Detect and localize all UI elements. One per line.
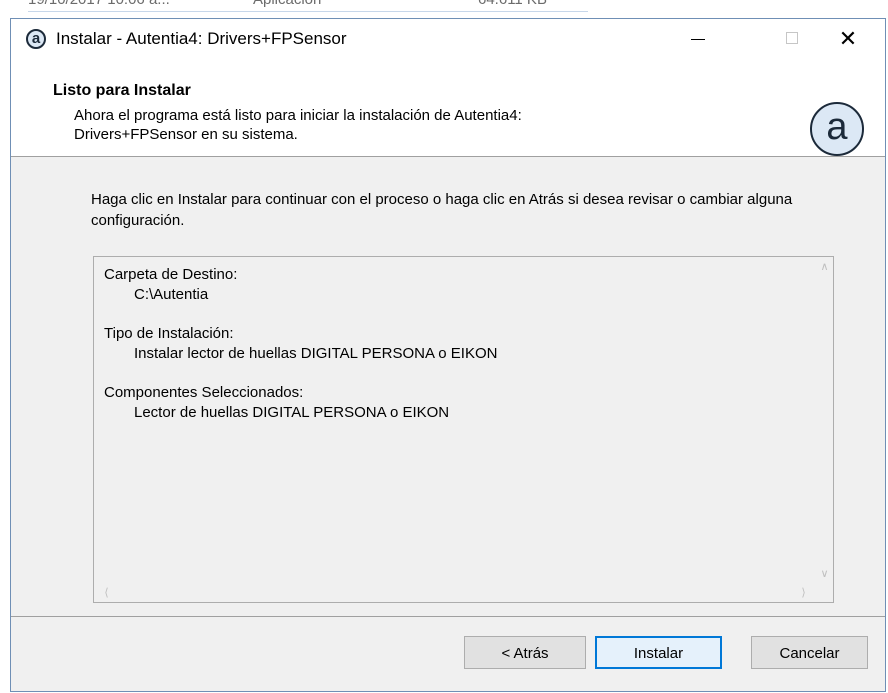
scroll-corner (816, 585, 833, 602)
background-file-date: 19/10/2017 10:06 a... (28, 0, 170, 8)
minimize-icon (691, 39, 705, 40)
maximize-button[interactable] (769, 19, 815, 59)
footer-divider (11, 616, 885, 617)
background-file-type: Aplicación (253, 0, 321, 8)
minimize-button[interactable] (675, 19, 721, 59)
title-bar[interactable]: a Instalar - Autentia4: Drivers+FPSensor… (11, 19, 885, 59)
maximize-icon (786, 32, 798, 44)
background-file-row: 19/10/2017 10:06 a... Aplicación 64.611 … (28, 0, 588, 12)
scroll-up-arrow-icon[interactable]: ∧ (816, 259, 833, 276)
horizontal-scrollbar[interactable]: ⟨ ⟩ (94, 585, 816, 602)
summary-value: Lector de huellas DIGITAL PERSONA o EIKO… (134, 404, 450, 421)
vertical-scrollbar[interactable]: ∧ ∨ (816, 257, 833, 585)
install-button[interactable]: Instalar (595, 636, 722, 669)
page-description: Ahora el programa está listo para inicia… (74, 107, 522, 143)
summary-value: C:\Autentia (134, 286, 209, 303)
summary-content: Carpeta de Destino: C:\Autentia Tipo de … (104, 265, 784, 442)
installer-window: a Instalar - Autentia4: Drivers+FPSensor… (10, 18, 886, 692)
background-file-size: 64.611 KB (478, 0, 547, 8)
scroll-down-arrow-icon[interactable]: ∨ (816, 566, 833, 583)
window-title: Instalar - Autentia4: Drivers+FPSensor (56, 29, 347, 48)
summary-label: Tipo de Instalación: (104, 325, 234, 342)
wizard-header: Listo para Instalar Ahora el programa es… (11, 59, 885, 157)
summary-section-components: Componentes Seleccionados: Lector de hue… (104, 383, 784, 423)
page-title: Listo para Instalar (53, 82, 191, 99)
autentia-logo-icon: a (810, 102, 864, 156)
ready-summary-memo[interactable]: Carpeta de Destino: C:\Autentia Tipo de … (93, 256, 834, 603)
autentia-a-icon: a (26, 29, 46, 49)
summary-label: Componentes Seleccionados: (104, 384, 304, 401)
summary-value: Instalar lector de huellas DIGITAL PERSO… (134, 345, 498, 362)
summary-section-destination: Carpeta de Destino: C:\Autentia (104, 265, 784, 305)
summary-label: Carpeta de Destino: (104, 266, 238, 283)
background-desktop-edge (0, 0, 10, 693)
summary-section-setup-type: Tipo de Instalación: Instalar lector de … (104, 324, 784, 364)
close-icon: ✕ (838, 26, 858, 51)
close-button[interactable]: ✕ (825, 19, 871, 59)
scroll-left-arrow-icon[interactable]: ⟨ (98, 585, 115, 602)
instructions-text: Haga clic en Instalar para continuar con… (91, 191, 793, 229)
back-button[interactable]: < Atrás (464, 636, 586, 669)
cancel-button[interactable]: Cancelar (751, 636, 868, 669)
scroll-right-arrow-icon[interactable]: ⟩ (795, 585, 812, 602)
